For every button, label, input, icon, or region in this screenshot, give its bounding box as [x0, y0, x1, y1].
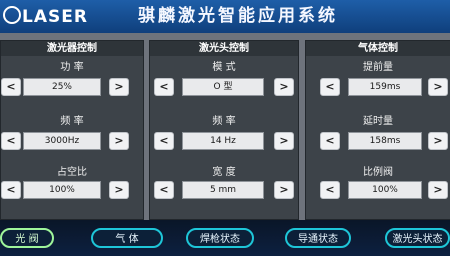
frequency-label: 频 率 — [60, 116, 84, 127]
width-decrease-button[interactable]: < — [154, 181, 174, 199]
light-valve-button[interactable]: 光 阀 — [0, 228, 54, 248]
lead-time-value[interactable]: 159ms — [348, 78, 422, 96]
head-frequency-label: 频 率 — [212, 116, 236, 127]
duty-cycle-decrease-button[interactable]: < — [1, 181, 21, 199]
width-label: 宽 度 — [212, 167, 236, 178]
proportional-valve-decrease-button[interactable]: < — [320, 181, 340, 199]
power-decrease-button[interactable]: < — [1, 78, 21, 96]
panel-title: 激光器控制 — [1, 41, 143, 56]
mode-increase-button[interactable]: > — [274, 78, 294, 96]
app-title: 骐麟激光智能应用系统 — [138, 6, 338, 26]
power-label: 功 率 — [60, 62, 84, 73]
logo-text: LASER — [22, 7, 88, 27]
width-value[interactable]: 5 mm — [182, 181, 264, 199]
conduction-status-button[interactable]: 导通状态 — [285, 228, 351, 248]
lead-time-label: 提前量 — [363, 62, 393, 73]
proportional-valve-increase-button[interactable]: > — [428, 181, 448, 199]
gas-control-panel: 气体控制 提前量 < 159ms > 延时量 < 158ms > 比例阀 < 1… — [305, 40, 450, 220]
frequency-increase-button[interactable]: > — [109, 132, 129, 150]
mode-value[interactable]: O 型 — [182, 78, 264, 96]
head-frequency-decrease-button[interactable]: < — [154, 132, 174, 150]
duty-cycle-label: 占空比 — [57, 167, 87, 178]
power-increase-button[interactable]: > — [109, 78, 129, 96]
frequency-decrease-button[interactable]: < — [1, 132, 21, 150]
laser-logo: LASER — [3, 6, 88, 28]
laser-head-status-button[interactable]: 激光头状态 — [385, 228, 450, 248]
proportional-valve-value[interactable]: 100% — [348, 181, 422, 199]
laser-head-control-panel: 激光头控制 模 式 < O 型 > 频 率 < 14 Hz > 宽 度 < 5 … — [149, 40, 299, 220]
proportional-valve-label: 比例阀 — [363, 167, 393, 178]
frequency-value[interactable]: 3000Hz — [23, 132, 101, 150]
delay-increase-button[interactable]: > — [428, 132, 448, 150]
delay-value[interactable]: 158ms — [348, 132, 422, 150]
delay-label: 延时量 — [363, 116, 393, 127]
duty-cycle-increase-button[interactable]: > — [109, 181, 129, 199]
power-value[interactable]: 25% — [23, 78, 101, 96]
duty-cycle-value[interactable]: 100% — [23, 181, 101, 199]
panel-title: 激光头控制 — [150, 41, 298, 56]
lead-time-increase-button[interactable]: > — [428, 78, 448, 96]
laser-control-panel: 激光器控制 功 率 < 25% > 频 率 < 3000Hz > 占空比 < 1… — [0, 40, 144, 220]
head-frequency-value[interactable]: 14 Hz — [182, 132, 264, 150]
gas-button[interactable]: 气 体 — [91, 228, 163, 248]
width-increase-button[interactable]: > — [274, 181, 294, 199]
head-frequency-increase-button[interactable]: > — [274, 132, 294, 150]
panel-title: 气体控制 — [306, 41, 450, 56]
title-bar: LASER 骐麟激光智能应用系统 — [0, 0, 450, 33]
delay-decrease-button[interactable]: < — [320, 132, 340, 150]
lead-time-decrease-button[interactable]: < — [320, 78, 340, 96]
mode-label: 模 式 — [212, 62, 236, 73]
mode-decrease-button[interactable]: < — [154, 78, 174, 96]
torch-status-button[interactable]: 焊枪状态 — [186, 228, 254, 248]
